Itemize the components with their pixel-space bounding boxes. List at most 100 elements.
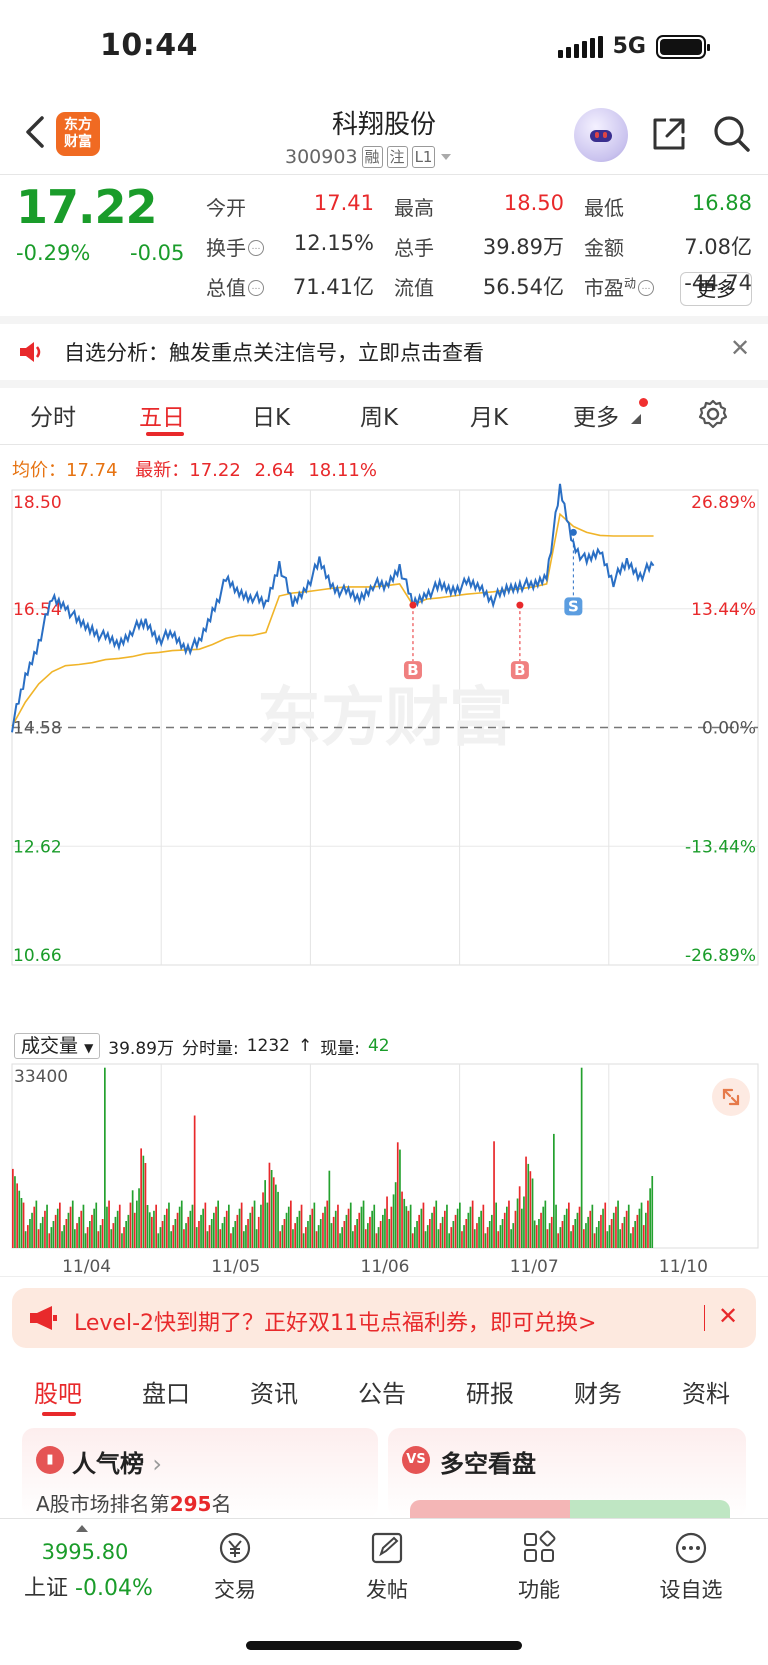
volume-bar (112, 1223, 115, 1248)
volume-bar (198, 1221, 200, 1248)
volume-indicator-select[interactable]: 成交量 ▼ (14, 1033, 101, 1059)
info-icon[interactable]: … (638, 280, 655, 296)
volume-bar (563, 1214, 566, 1248)
banner-text[interactable]: Level-2快到期了？正好双11屯点福利券，即可兑换> (74, 1305, 596, 1337)
change-percent: -0.29% (16, 241, 91, 265)
volume-bar (538, 1219, 540, 1248)
nav-post[interactable]: 发帖 (332, 1530, 442, 1604)
avg-value: 17.74 (66, 460, 118, 481)
share-icon[interactable] (650, 115, 688, 153)
volume-bar (369, 1216, 371, 1248)
index-line[interactable]: 上证 -0.04% (24, 1570, 153, 1602)
volume-bar (208, 1225, 211, 1248)
volume-bar (379, 1221, 382, 1248)
search-icon[interactable] (712, 114, 752, 154)
volume-bar (514, 1210, 517, 1248)
ranking-chart-icon: ▮ (36, 1446, 64, 1474)
expand-chart-button[interactable] (712, 1078, 750, 1116)
x-tick-label: 11/10 (659, 1257, 708, 1277)
volume-bar (360, 1206, 363, 1248)
nav-functions[interactable]: 功能 (484, 1530, 594, 1604)
tab-five-day[interactable]: 五日 (139, 398, 185, 432)
volume-bar (491, 1214, 493, 1248)
tab-daily-k[interactable]: 日K (252, 398, 290, 432)
volume-bar (580, 1067, 583, 1248)
volume-bar (527, 1163, 530, 1248)
tab-pankou[interactable]: 盘口 (142, 1374, 190, 1409)
five-day-price-chart[interactable]: 东方财富 18.50 26.89% 16.54 13.44% 14.58 0.00% 12.6… (0, 480, 768, 1030)
speaker-icon (20, 342, 41, 362)
volume-bar (266, 1202, 269, 1248)
volume-bar (341, 1227, 343, 1248)
quote-value: 16.88 (691, 191, 752, 215)
volume-bar (570, 1231, 572, 1248)
tab-guba[interactable]: 股吧 (34, 1374, 82, 1409)
volume-bar (183, 1229, 185, 1248)
caret-down-icon (441, 154, 452, 160)
volume-bar (448, 1233, 450, 1248)
tab-research[interactable]: 研报 (466, 1374, 514, 1409)
y-tick-right: -13.44% (685, 837, 756, 857)
stock-code-row[interactable]: 300903 融 注 L1 (285, 146, 453, 168)
volume-bar (371, 1210, 373, 1248)
tab-monthly-k[interactable]: 月K (470, 398, 508, 432)
nav-trade[interactable]: 交易 (180, 1530, 290, 1604)
assistant-robot-icon[interactable] (574, 108, 628, 162)
volume-bar (431, 1212, 433, 1248)
tag-level: L1 (411, 146, 436, 168)
tab-finance[interactable]: 财务 (574, 1374, 622, 1409)
volume-bar (450, 1227, 453, 1248)
volume-bar (317, 1225, 320, 1248)
settings-gear-icon[interactable] (697, 398, 729, 430)
volume-bar (140, 1148, 142, 1248)
info-icon[interactable]: … (248, 280, 264, 296)
volume-bar (602, 1208, 604, 1248)
index-value[interactable]: 3995.80 (30, 1540, 140, 1564)
section-gap (0, 316, 768, 324)
volume-bar (69, 1206, 72, 1248)
tab-more[interactable]: 更多 (573, 398, 619, 432)
volume-bar (138, 1188, 140, 1248)
volume-bar (587, 1216, 589, 1248)
banner-close-icon[interactable]: ✕ (718, 1302, 738, 1330)
notice-close-icon[interactable]: ✕ (730, 334, 750, 362)
volume-bar (313, 1202, 316, 1248)
volume-bar (568, 1202, 570, 1248)
volume-bar (93, 1208, 95, 1248)
volume-bar (420, 1208, 423, 1248)
volume-bar (499, 1225, 502, 1248)
quote-label: 市盈动… (584, 272, 655, 301)
volume-bar (307, 1221, 309, 1248)
tabs-divider (0, 444, 768, 445)
volume-bar (29, 1219, 31, 1248)
volume-bar (484, 1233, 487, 1248)
volume-bar (232, 1227, 234, 1248)
notice-text[interactable]: 自选分析：触发重点关注信号，立即点击查看 (64, 337, 484, 367)
volume-bar (501, 1219, 504, 1248)
more-quote-button[interactable]: 更多 (680, 272, 752, 306)
tab-news[interactable]: 资讯 (250, 1374, 298, 1409)
volume-bar (74, 1229, 76, 1248)
volume-bar (553, 1133, 555, 1248)
volume-bar (35, 1200, 38, 1248)
volume-bar (352, 1231, 354, 1248)
volume-bar (215, 1206, 217, 1248)
volume-chart[interactable]: 33400 11/04 11/05 11/06 11/07 11/10 (0, 1060, 768, 1280)
bear-bar (570, 1500, 730, 1520)
nav-add-watchlist[interactable]: 设自选 (636, 1530, 746, 1604)
volume-bar (328, 1170, 331, 1248)
diff-value: 2.64 (254, 460, 295, 481)
index-change: -0.04% (75, 1576, 153, 1601)
volume-bar (446, 1204, 448, 1248)
volume-bar (86, 1227, 89, 1248)
tab-intraday[interactable]: 分时 (30, 398, 76, 432)
info-icon[interactable]: … (248, 240, 264, 256)
volume-bar (285, 1212, 288, 1248)
volume-bar (621, 1223, 624, 1248)
tab-weekly-k[interactable]: 周K (360, 398, 398, 432)
tab-profile[interactable]: 资料 (682, 1374, 730, 1409)
volume-bar (118, 1204, 121, 1248)
volume-bar (550, 1216, 553, 1248)
volume-bar (512, 1223, 515, 1248)
tab-announcements[interactable]: 公告 (358, 1374, 406, 1409)
